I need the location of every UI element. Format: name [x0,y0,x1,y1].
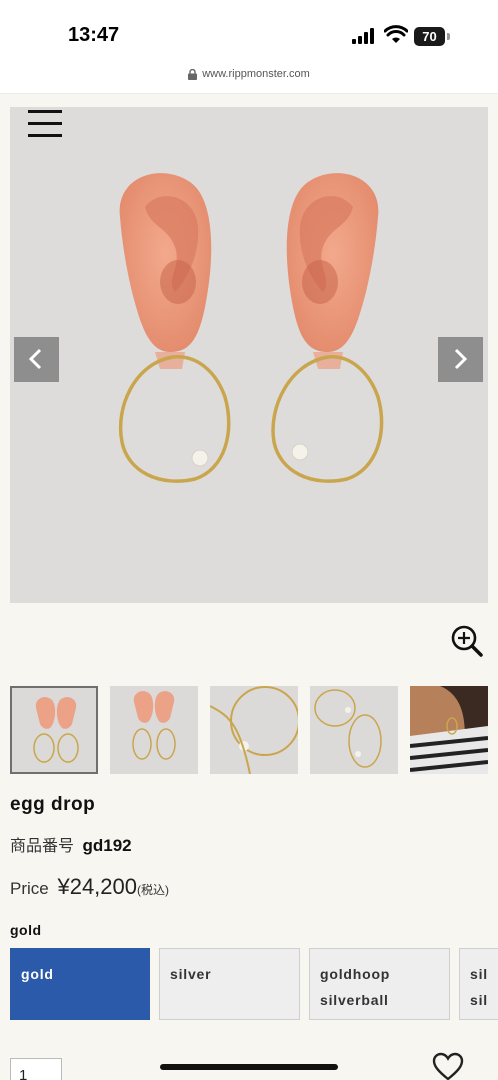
product-code-label: 商品番号 [10,838,75,855]
status-bar: 13:47 70 [0,0,498,62]
option-line1: goldhoop [320,966,391,982]
thumbnail-1[interactable] [10,686,98,774]
option-gold-button[interactable]: gold [10,948,150,1020]
option-goldhoop-silverball-button[interactable]: goldhoop silverball [309,948,450,1020]
selected-option-label: gold [10,922,42,938]
battery-level: 70 [414,27,445,46]
option-line1: gold [21,966,54,982]
thumbnail-strip [10,686,488,774]
product-main-image[interactable] [10,107,488,603]
url-text: www.rippmonster.com [202,68,310,80]
price-value: ¥24,200 [57,874,137,899]
zoom-in-icon[interactable] [450,624,484,658]
price-label: Price [10,879,49,898]
thumbnail-2[interactable] [110,686,198,774]
previous-image-button[interactable] [14,337,59,382]
quantity-input[interactable]: 1 [10,1058,62,1080]
wifi-icon [383,25,409,45]
home-indicator [160,1064,338,1070]
cellular-signal-icon [352,28,378,44]
option-line2: sil [470,992,488,1008]
chevron-left-icon [28,348,42,370]
status-time: 13:47 [68,24,120,46]
address-bar[interactable]: www.rippmonster.com [0,62,498,94]
chevron-right-icon [454,348,468,370]
option-line2: silverball [320,992,389,1008]
product-code-row: 商品番号 gd192 [10,832,132,856]
next-image-button[interactable] [438,337,483,382]
lock-icon [188,68,198,80]
thumbnail-5[interactable] [410,686,488,774]
hamburger-menu-icon[interactable] [28,110,64,140]
tax-note: (税込) [137,883,169,897]
thumbnail-3[interactable] [210,686,298,774]
product-code: gd192 [82,836,132,855]
option-partial-button[interactable]: sil sil [459,948,498,1020]
option-silver-button[interactable]: silver [159,948,300,1020]
favorite-heart-icon[interactable] [432,1052,464,1080]
price-row: Price ¥24,200(税込) [10,874,169,900]
battery-icon: 70 [414,27,450,46]
thumbnail-4[interactable] [310,686,398,774]
option-line1: silver [170,966,212,982]
option-line1: sil [470,966,488,982]
product-title: egg drop [10,794,96,815]
